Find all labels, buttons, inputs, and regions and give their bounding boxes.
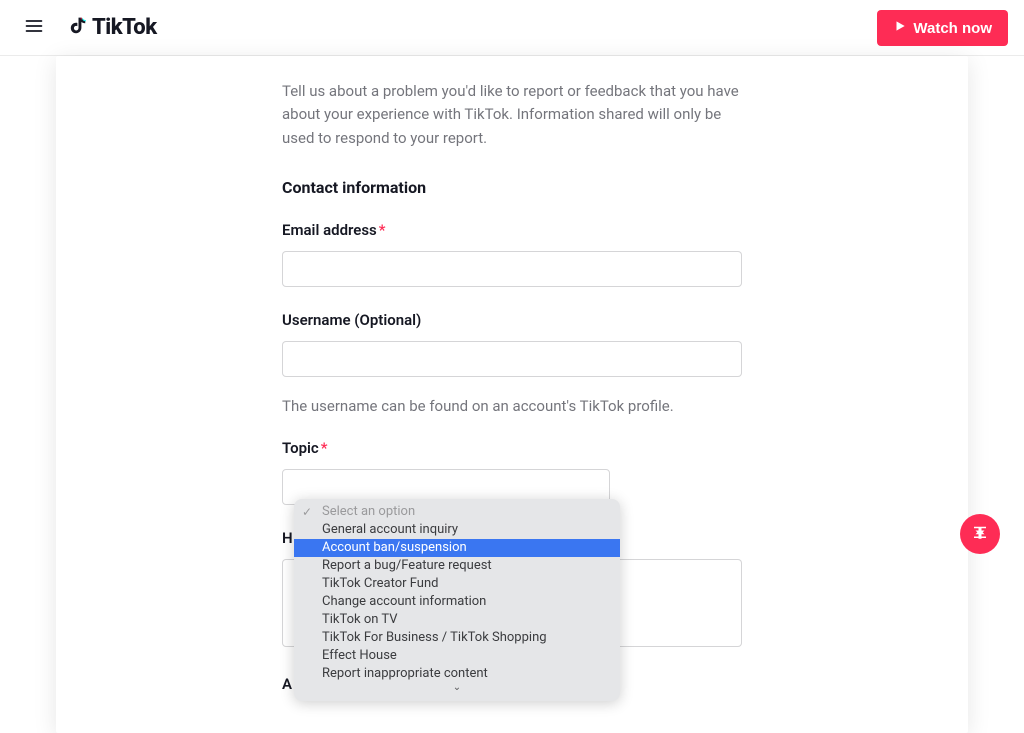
- topic-option[interactable]: Report inappropriate content: [294, 665, 620, 683]
- email-input[interactable]: [282, 251, 742, 287]
- contact-section-title: Contact information: [282, 178, 742, 197]
- topic-option[interactable]: Account ban/suspension: [294, 539, 620, 557]
- intro-text: Tell us about a problem you'd like to re…: [282, 80, 742, 150]
- chevron-down-icon[interactable]: ⌄: [294, 683, 620, 697]
- brand-name: TikTok: [92, 15, 157, 40]
- topic-option[interactable]: TikTok Creator Fund: [294, 575, 620, 593]
- topic-option[interactable]: Report a bug/Feature request: [294, 557, 620, 575]
- topic-option[interactable]: Effect House: [294, 647, 620, 665]
- play-icon: [893, 19, 913, 37]
- tiktok-icon: [66, 13, 92, 43]
- username-label: Username (Optional): [282, 311, 742, 329]
- topic-option-placeholder[interactable]: Select an option: [294, 503, 620, 521]
- topic-label: Topic*: [282, 439, 742, 457]
- username-input[interactable]: [282, 341, 742, 377]
- topic-option[interactable]: TikTok For Business / TikTok Shopping: [294, 629, 620, 647]
- watch-now-label: Watch now: [913, 20, 992, 37]
- arrow-up-icon: [971, 523, 989, 545]
- scroll-to-top-button[interactable]: [960, 514, 1000, 554]
- topic-option[interactable]: Change account information: [294, 593, 620, 611]
- topic-dropdown: Select an option General account inquiry…: [294, 499, 620, 701]
- hamburger-icon: [24, 16, 44, 39]
- form-card: Tell us about a problem you'd like to re…: [56, 56, 968, 733]
- watch-now-button[interactable]: Watch now: [877, 10, 1008, 46]
- topic-option[interactable]: General account inquiry: [294, 521, 620, 539]
- menu-button[interactable]: [16, 10, 52, 46]
- topic-option[interactable]: TikTok on TV: [294, 611, 620, 629]
- username-help-text: The username can be found on an account'…: [282, 397, 742, 415]
- email-label: Email address*: [282, 221, 742, 239]
- brand-logo[interactable]: TikTok: [66, 13, 157, 43]
